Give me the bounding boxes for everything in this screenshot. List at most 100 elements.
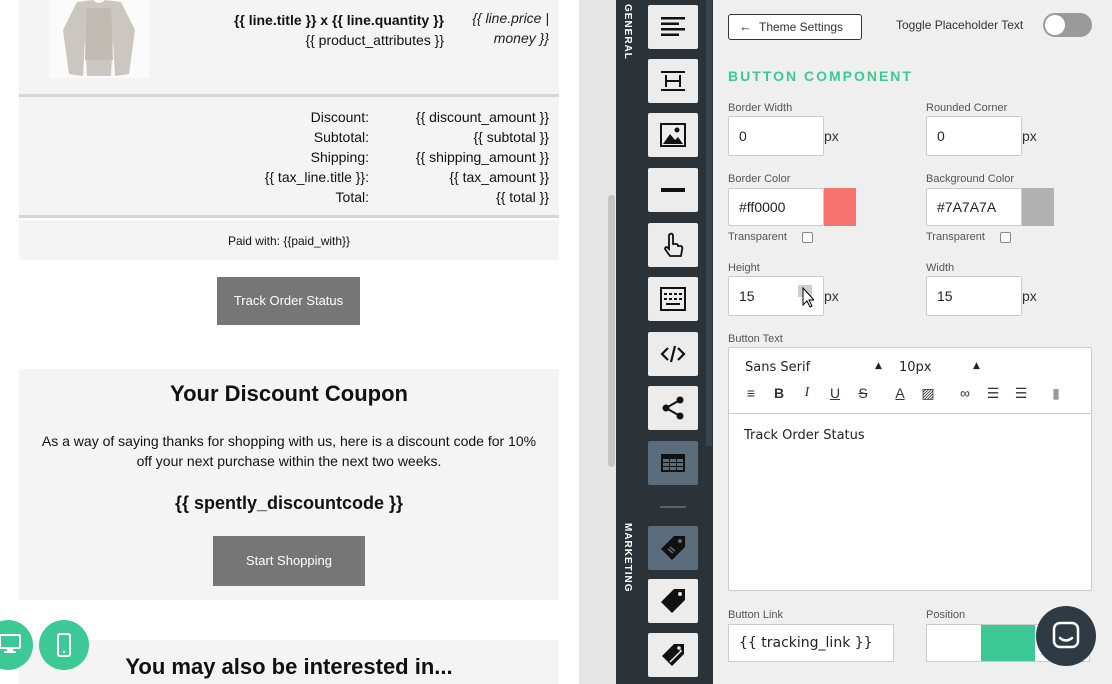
arrow-left-icon: ←: [739, 19, 752, 34]
mobile-icon: [57, 633, 71, 657]
width-input[interactable]: 15: [926, 276, 1022, 316]
position-center-option[interactable]: [981, 625, 1035, 661]
link-icon[interactable]: ∞: [956, 384, 974, 402]
coupon-description: As a way of saying thanks for shopping w…: [41, 433, 537, 469]
shopify-icon[interactable]: ▮: [1047, 384, 1065, 402]
highlight-icon[interactable]: ▨: [919, 384, 937, 402]
editor-content[interactable]: Track Order Status: [744, 428, 865, 443]
height-unit: px: [824, 288, 839, 304]
share-icon: [662, 396, 684, 420]
totals-value: {{ shipping_amount }}: [415, 149, 549, 165]
button-hand-icon: [664, 232, 684, 257]
totals-label: Shipping:: [310, 149, 369, 165]
width-label: Width: [926, 262, 955, 274]
line-attributes-text: {{ product_attributes }}: [305, 32, 444, 48]
theme-settings-button[interactable]: ← Theme Settings: [728, 14, 862, 40]
italic-icon[interactable]: I: [798, 384, 816, 402]
divider-layout-icon: [661, 71, 685, 91]
totals-label: Subtotal:: [313, 129, 369, 145]
theme-settings-label: Theme Settings: [759, 20, 844, 34]
ordered-list-icon[interactable]: ☰: [1012, 384, 1030, 402]
bold-icon[interactable]: B: [770, 384, 788, 402]
html-component-tool[interactable]: [648, 332, 698, 376]
line-price-text-2: money }}: [493, 30, 549, 46]
divider: [19, 215, 559, 218]
border-color-label: Border Color: [728, 173, 791, 185]
strike-icon[interactable]: S: [854, 384, 872, 402]
chat-icon: [1052, 621, 1080, 649]
position-left-option[interactable]: [927, 625, 981, 661]
background-color-label: Background Color: [926, 173, 1015, 185]
totals-value: {{ tax_amount }}: [449, 169, 549, 185]
recommendations-block: You may also be interested in...: [19, 640, 559, 684]
rounded-corner-input[interactable]: 0: [926, 116, 1022, 156]
start-shopping-button[interactable]: Start Shopping: [213, 536, 365, 586]
totals-label: Discount:: [310, 109, 369, 125]
marketing-section-label: MARKETING: [622, 523, 633, 593]
keyboard-icon: [660, 287, 686, 311]
mouse-cursor-icon: [798, 285, 814, 308]
line-item-title: {{ line.title }} x {{ line.quantity }} {…: [179, 10, 444, 50]
chat-launcher-button[interactable]: [1036, 606, 1096, 666]
totals-row: {{ tax_line.title }}: {{ tax_amount }}: [19, 167, 559, 187]
border-width-input[interactable]: 0: [728, 116, 824, 156]
border-width-label: Border Width: [728, 102, 793, 114]
social-component-tool[interactable]: [648, 386, 698, 430]
tags-component-tool[interactable]: [648, 633, 698, 677]
underline-icon[interactable]: U: [826, 384, 844, 402]
font-family-value: Sans Serif: [745, 360, 811, 375]
font-size-select[interactable]: 10px ▲: [899, 360, 983, 375]
track-order-button[interactable]: Track Order Status: [217, 277, 360, 325]
sidebar-divider: [660, 506, 686, 508]
table-component-tool[interactable]: [648, 441, 698, 485]
background-transparent-checkbox[interactable]: [1000, 232, 1011, 243]
image-component-tool[interactable]: [648, 113, 698, 157]
line-price-text-1: {{ line.price |: [472, 10, 549, 26]
placeholder-toggle[interactable]: [1043, 13, 1092, 37]
border-transparent-label: Transparent: [728, 231, 787, 243]
font-family-select[interactable]: Sans Serif ▲: [745, 360, 885, 375]
align-icon[interactable]: ≡: [742, 384, 760, 402]
coupon-code: {{ spently_discountcode }}: [174, 493, 404, 513]
totals-row: Subtotal: {{ subtotal }}: [19, 127, 559, 147]
select-caret-icon: ▲: [973, 361, 980, 371]
button-link-input[interactable]: {{ tracking_link }}: [728, 624, 894, 662]
divider-component-tool[interactable]: [648, 168, 698, 212]
coupon-title: Your Discount Coupon: [170, 381, 408, 406]
button-link-label: Button Link: [728, 609, 784, 621]
spacer-component-tool[interactable]: [648, 59, 698, 103]
email-preview: {{ line.title }} x {{ line.quantity }} {…: [0, 0, 579, 684]
line-icon: [661, 188, 685, 192]
totals-label: {{ tax_line.title }}:: [264, 169, 369, 185]
button-component-tool[interactable]: [648, 223, 698, 267]
sidebar-scrollbar[interactable]: [706, 0, 712, 446]
line-item-row: {{ line.title }} x {{ line.quantity }} {…: [19, 0, 559, 94]
border-color-swatch[interactable]: [824, 188, 856, 226]
background-color-swatch[interactable]: [1022, 188, 1054, 226]
text-color-icon[interactable]: A: [891, 384, 909, 402]
button-text-editor[interactable]: Sans Serif ▲ 10px ▲ ≡ B I U S A ▨ ∞ ☰ ☰ …: [728, 347, 1092, 591]
editor-toolbar: Sans Serif ▲ 10px ▲ ≡ B I U S A ▨ ∞ ☰ ☰ …: [729, 348, 1091, 414]
image-icon: [660, 123, 686, 147]
mobile-view-button[interactable]: [39, 620, 89, 670]
code-icon: [660, 345, 686, 363]
coupon-component-tool[interactable]: [648, 526, 698, 570]
rounded-corner-unit: px: [1022, 128, 1037, 144]
tag-component-tool[interactable]: [648, 579, 698, 623]
totals-row: Shipping: {{ shipping_amount }}: [19, 147, 559, 167]
form-component-tool[interactable]: [648, 277, 698, 321]
bullet-list-icon[interactable]: ☰: [984, 384, 1002, 402]
border-color-input[interactable]: #ff0000: [728, 188, 824, 226]
totals-block: Discount: {{ discount_amount }} Subtotal…: [19, 97, 559, 215]
button-text-label: Button Text: [728, 333, 783, 345]
totals-label: Total:: [335, 189, 369, 205]
background-color-input[interactable]: #7A7A7A: [926, 188, 1022, 226]
background-transparent-label: Transparent: [926, 231, 985, 243]
preview-scrollbar[interactable]: [579, 0, 616, 684]
preview-scrollbar-thumb[interactable]: [608, 195, 615, 467]
text-component-tool[interactable]: [648, 5, 698, 49]
rounded-corner-label: Rounded Corner: [926, 102, 1008, 114]
table-icon: [661, 454, 685, 472]
text-align-icon: [661, 17, 685, 36]
border-transparent-checkbox[interactable]: [802, 232, 813, 243]
